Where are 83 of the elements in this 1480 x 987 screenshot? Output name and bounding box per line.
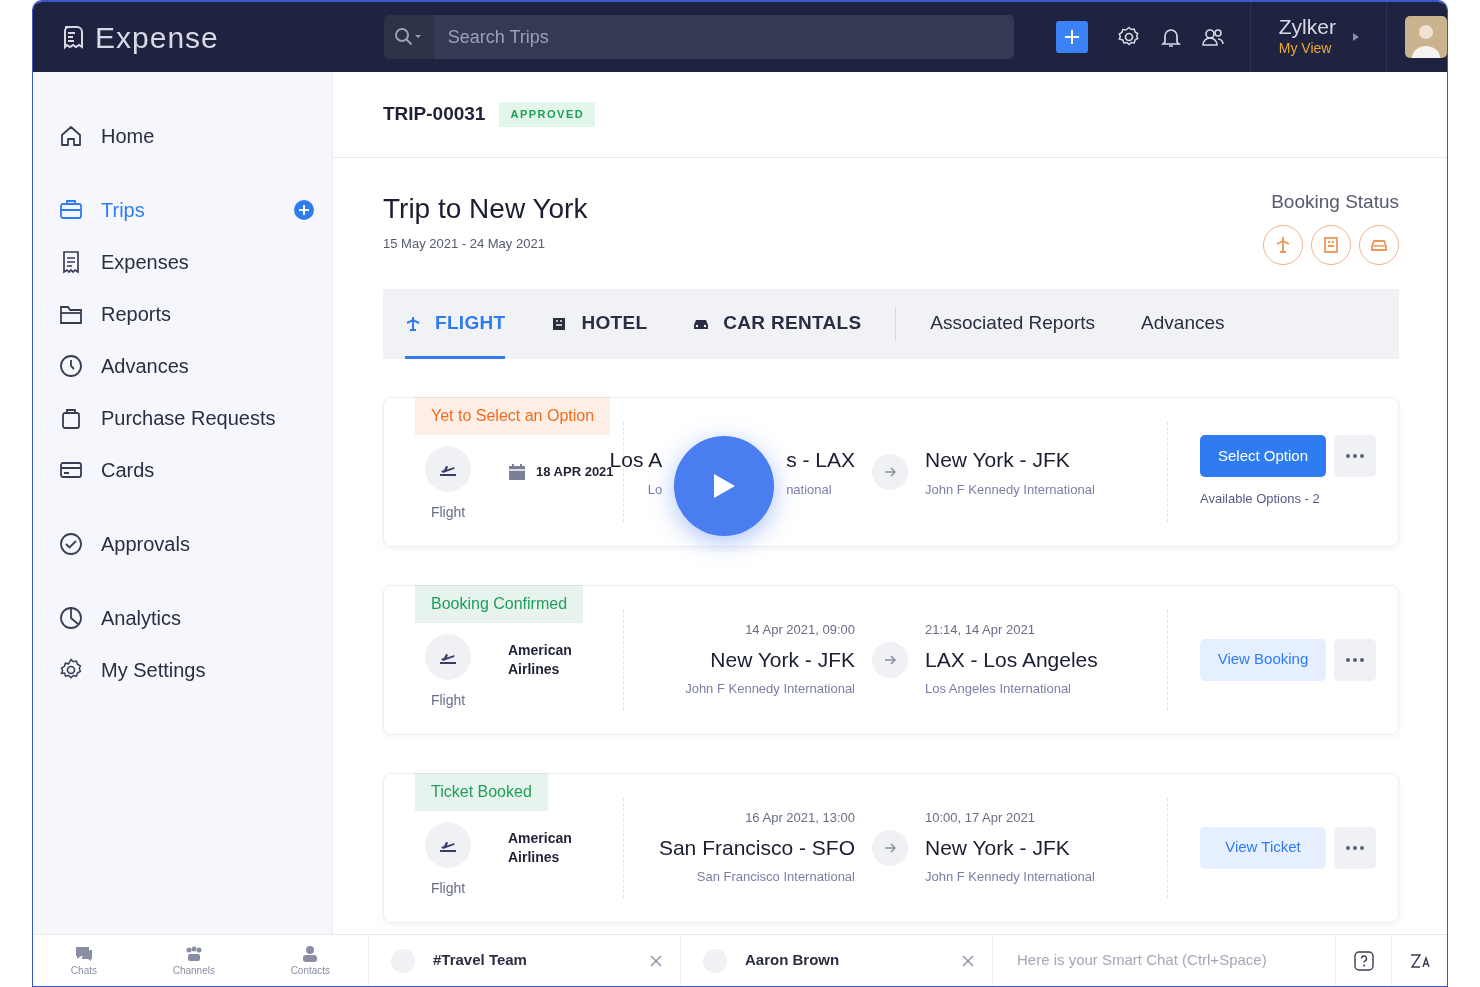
org-switcher[interactable]: Zylker My View bbox=[1250, 14, 1386, 60]
sidebar-item[interactable]: Approvals bbox=[59, 518, 315, 570]
sidebar-item[interactable]: Trips bbox=[59, 184, 315, 236]
departure-airport: San Francisco International bbox=[696, 868, 855, 887]
search-button[interactable] bbox=[383, 15, 434, 59]
sidebar-item[interactable]: Reports bbox=[59, 288, 315, 340]
arrival-airport: Los Angeles International bbox=[925, 680, 1072, 699]
sidebar-item[interactable]: My Settings bbox=[59, 644, 315, 696]
avatar[interactable] bbox=[1404, 16, 1447, 58]
tab[interactable]: Associated Reports bbox=[930, 288, 1096, 359]
arrival-time: 10:00, 17 Apr 2021 bbox=[925, 809, 1036, 828]
departure-time: 14 Apr 2021, 09:00 bbox=[745, 621, 855, 640]
hotel-icon bbox=[551, 315, 568, 332]
chat-name: Aaron Brown bbox=[745, 950, 841, 971]
arrival-city: New York - JFK bbox=[925, 447, 1071, 473]
search-icon bbox=[393, 27, 424, 47]
airline-name: American Airlines bbox=[508, 829, 573, 866]
bell-icon[interactable] bbox=[1159, 26, 1182, 48]
departure-city: s - LAX bbox=[786, 447, 855, 473]
sidebar-item[interactable]: Analytics bbox=[59, 592, 315, 644]
org-name: Zylker bbox=[1278, 14, 1336, 39]
action-button[interactable]: View Ticket bbox=[1200, 826, 1326, 869]
trip-title: Trip to New York bbox=[383, 192, 588, 226]
view-name: My View bbox=[1278, 39, 1333, 59]
booking-type: Flight bbox=[430, 878, 466, 898]
flight-icon bbox=[425, 821, 471, 868]
tab[interactable]: Advances bbox=[1141, 288, 1225, 359]
plane-icon bbox=[405, 315, 421, 332]
sidebar-item[interactable]: Advances bbox=[59, 340, 315, 392]
status-tag: Ticket Booked bbox=[415, 772, 548, 811]
trip-dates: 15 May 2021 - 24 May 2021 bbox=[383, 235, 546, 253]
booking-status-label: Booking Status bbox=[1271, 190, 1399, 214]
add-button[interactable] bbox=[1055, 21, 1088, 53]
help-icon bbox=[1353, 950, 1374, 971]
sidebar-item[interactable]: Purchase Requests bbox=[59, 392, 315, 444]
booking-type: Flight bbox=[430, 690, 466, 710]
pie-chart-icon bbox=[59, 606, 83, 630]
sidebar-item[interactable]: Home bbox=[59, 110, 315, 162]
calendar-icon bbox=[508, 462, 526, 481]
bag-icon bbox=[59, 406, 83, 430]
tab[interactable]: HOTEL bbox=[551, 288, 648, 359]
dots-icon bbox=[1346, 657, 1364, 662]
clock-icon bbox=[59, 354, 83, 378]
tab[interactable]: CAR RENTALS bbox=[693, 288, 862, 359]
arrival-city: LAX - Los Angeles bbox=[925, 646, 1099, 673]
booking-type: Flight bbox=[430, 502, 466, 522]
flight-icon bbox=[425, 633, 471, 680]
departure-city: New York - JFK bbox=[710, 646, 855, 673]
app-name: Expense bbox=[95, 19, 219, 56]
departure-airport: national bbox=[786, 480, 832, 499]
caret-icon bbox=[1351, 32, 1360, 42]
home-icon bbox=[59, 124, 83, 148]
sidebar-item[interactable]: Expenses bbox=[59, 236, 315, 288]
status-tag: Yet to Select an Option bbox=[415, 396, 611, 435]
trip-id: TRIP-00031 bbox=[383, 102, 486, 127]
status-tag: Booking Confirmed bbox=[415, 584, 584, 623]
status-tag: APPROVED bbox=[499, 102, 596, 127]
briefcase-icon bbox=[59, 198, 83, 222]
dots-icon bbox=[1346, 845, 1364, 850]
play-button[interactable] bbox=[674, 436, 775, 536]
available-options: Available Options - 2 bbox=[1200, 488, 1376, 509]
airline-name: American Airlines bbox=[508, 641, 573, 678]
departure-airport: John F Kennedy International bbox=[685, 680, 855, 699]
sidebar-item[interactable]: Cards bbox=[59, 444, 315, 496]
add-icon[interactable] bbox=[293, 199, 315, 221]
dots-icon bbox=[1346, 453, 1364, 458]
departure-time: 16 Apr 2021, 13:00 bbox=[745, 809, 855, 828]
arrival-airport: John F Kennedy International bbox=[925, 868, 1096, 887]
check-circle-icon bbox=[59, 532, 83, 556]
departure-city: San Francisco - SFO bbox=[658, 834, 855, 861]
action-button[interactable]: Select Option bbox=[1200, 434, 1326, 477]
tab[interactable]: FLIGHT bbox=[405, 288, 506, 359]
arrival-city: New York - JFK bbox=[925, 834, 1071, 861]
users-icon[interactable] bbox=[1201, 26, 1224, 48]
chat-name: #Travel Team bbox=[433, 950, 528, 971]
plus-icon bbox=[1063, 29, 1080, 45]
departure-airport: Lo bbox=[647, 480, 663, 499]
settings-icon[interactable] bbox=[1117, 26, 1140, 48]
arrival-time: 21:14, 14 Apr 2021 bbox=[925, 621, 1036, 640]
action-button[interactable]: View Booking bbox=[1200, 638, 1326, 681]
search-field[interactable]: Search Trips bbox=[433, 15, 1014, 59]
arrival-airport: John F Kennedy International bbox=[925, 480, 1096, 499]
flight-icon bbox=[425, 445, 471, 492]
